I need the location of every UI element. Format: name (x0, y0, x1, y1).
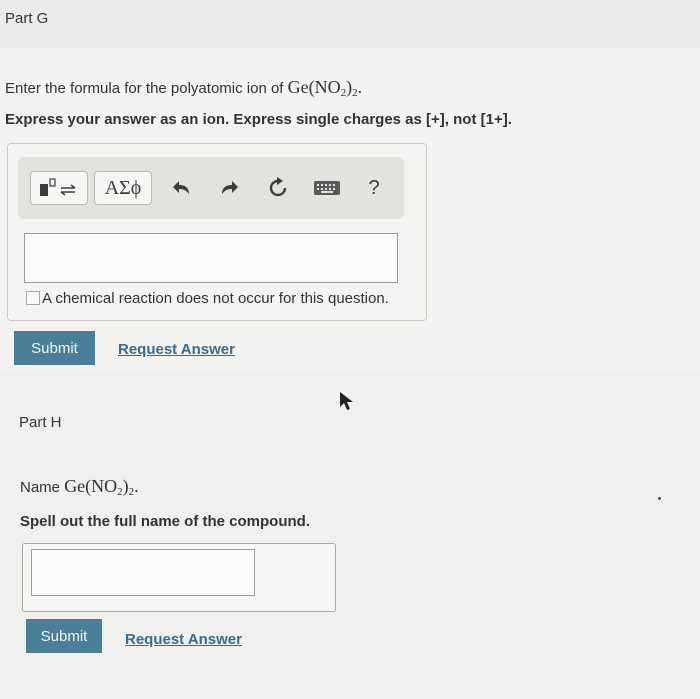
part-h-formula: Ge(NO2)2. (64, 476, 139, 498)
part-h-answer-input[interactable] (31, 549, 255, 596)
reset-button[interactable] (266, 176, 290, 200)
part-h-request-answer-link[interactable]: Request Answer (125, 631, 242, 648)
part-g-title: Part G (5, 10, 49, 27)
part-h-band (0, 370, 700, 699)
part-g-formula: Ge(NO2)2. (287, 77, 363, 99)
part-h-submit-button[interactable]: Submit (26, 619, 102, 653)
screen-speck (658, 497, 661, 500)
part-g-submit-button[interactable]: Submit (14, 331, 95, 365)
reset-icon (269, 177, 287, 197)
part-g-prompt: Enter the formula for the polyatomic ion… (5, 77, 363, 99)
redo-arrow-icon (222, 181, 238, 194)
greek-symbols-button[interactable]: ΑΣϕ (94, 171, 152, 205)
part-h-title: Part H (19, 414, 62, 431)
keyboard-icon (314, 181, 340, 195)
help-button[interactable]: ? (364, 176, 384, 200)
undo-arrow-icon (173, 181, 189, 194)
mouse-cursor-icon (340, 392, 353, 410)
no-reaction-label: A chemical reaction does not occur for t… (42, 290, 389, 307)
part-g-request-answer-link[interactable]: Request Answer (118, 341, 235, 358)
part-g-prompt-text: Enter the formula for the polyatomic ion… (5, 80, 288, 97)
part-g-answer-input[interactable] (24, 233, 398, 283)
part-h-instruction: Spell out the full name of the compound. (20, 513, 310, 530)
no-reaction-checkbox[interactable] (26, 291, 40, 305)
template-icon (40, 178, 76, 196)
undo-button[interactable] (170, 176, 194, 200)
template-button[interactable] (30, 171, 88, 205)
keyboard-button[interactable] (312, 176, 342, 200)
part-g-instruction: Express your answer as an ion. Express s… (5, 111, 512, 128)
part-g-header-band (0, 0, 700, 48)
redo-button[interactable] (217, 176, 241, 200)
part-h-prompt-text: Name (20, 479, 65, 496)
part-h-prompt: Name Ge(NO2)2. (20, 476, 139, 498)
